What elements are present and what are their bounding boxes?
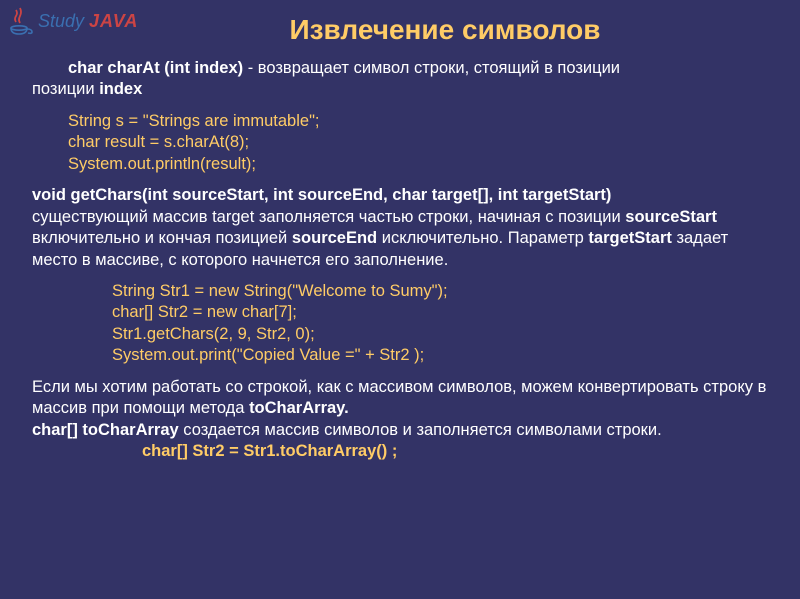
charat-desc-a: - возвращает символ строки, стоящий в по…	[243, 59, 620, 77]
text-b: targetStart	[588, 229, 671, 247]
code-line: String s = "Strings are immutable";	[68, 111, 770, 132]
text-b: toCharArray.	[249, 399, 349, 417]
text-b: char[] toCharArray	[32, 421, 179, 439]
logo-java: JAVA	[89, 11, 138, 31]
logo-text: Study JAVA	[38, 11, 138, 32]
slide-content: char charAt (int index) - возвращает сим…	[0, 46, 800, 462]
code-block-3: char[] Str2 = Str1.toCharArray() ;	[32, 441, 770, 462]
text-b: sourceEnd	[292, 229, 377, 247]
coffee-cup-icon	[8, 6, 34, 36]
logo-study: Study	[38, 11, 84, 31]
text-b: sourceStart	[625, 208, 717, 226]
charat-signature: char charAt (int index)	[68, 59, 243, 77]
charat-desc-b: index	[99, 80, 142, 98]
code-line: char result = s.charAt(8);	[68, 132, 770, 153]
code-line: System.out.print("Copied Value =" + Str2…	[112, 345, 770, 366]
text: создается массив символов и заполняется …	[179, 421, 662, 439]
code-line: char[] Str2 = new char[7];	[112, 302, 770, 323]
code-line: System.out.println(result);	[68, 154, 770, 175]
text: включительно и кончая позицией	[32, 229, 292, 247]
code-line: char[] Str2 = Str1.toCharArray() ;	[142, 442, 397, 460]
text: существующий массив target заполняется ч…	[32, 208, 625, 226]
slide-title: Извлечение символов	[90, 0, 800, 46]
code-line: Str1.getChars(2, 9, Str2, 0);	[112, 324, 770, 345]
paragraph-getchars: void getChars(int sourceStart, int sourc…	[32, 185, 770, 271]
code-block-1: String s = "Strings are immutable"; char…	[32, 111, 770, 175]
code-block-2: String Str1 = new String("Welcome to Sum…	[32, 281, 770, 367]
charat-desc-prefix: позиции	[32, 80, 99, 98]
paragraph-tochararray: Если мы хотим работать со строкой, как с…	[32, 377, 770, 441]
code-line: String Str1 = new String("Welcome to Sum…	[112, 281, 770, 302]
paragraph-charat: char charAt (int index) - возвращает сим…	[32, 58, 770, 101]
getchars-signature: void getChars(int sourceStart, int sourc…	[32, 186, 611, 204]
logo: Study JAVA	[8, 6, 138, 36]
text: исключительно. Параметр	[377, 229, 588, 247]
text: Если мы хотим работать со строкой, как с…	[32, 378, 766, 417]
